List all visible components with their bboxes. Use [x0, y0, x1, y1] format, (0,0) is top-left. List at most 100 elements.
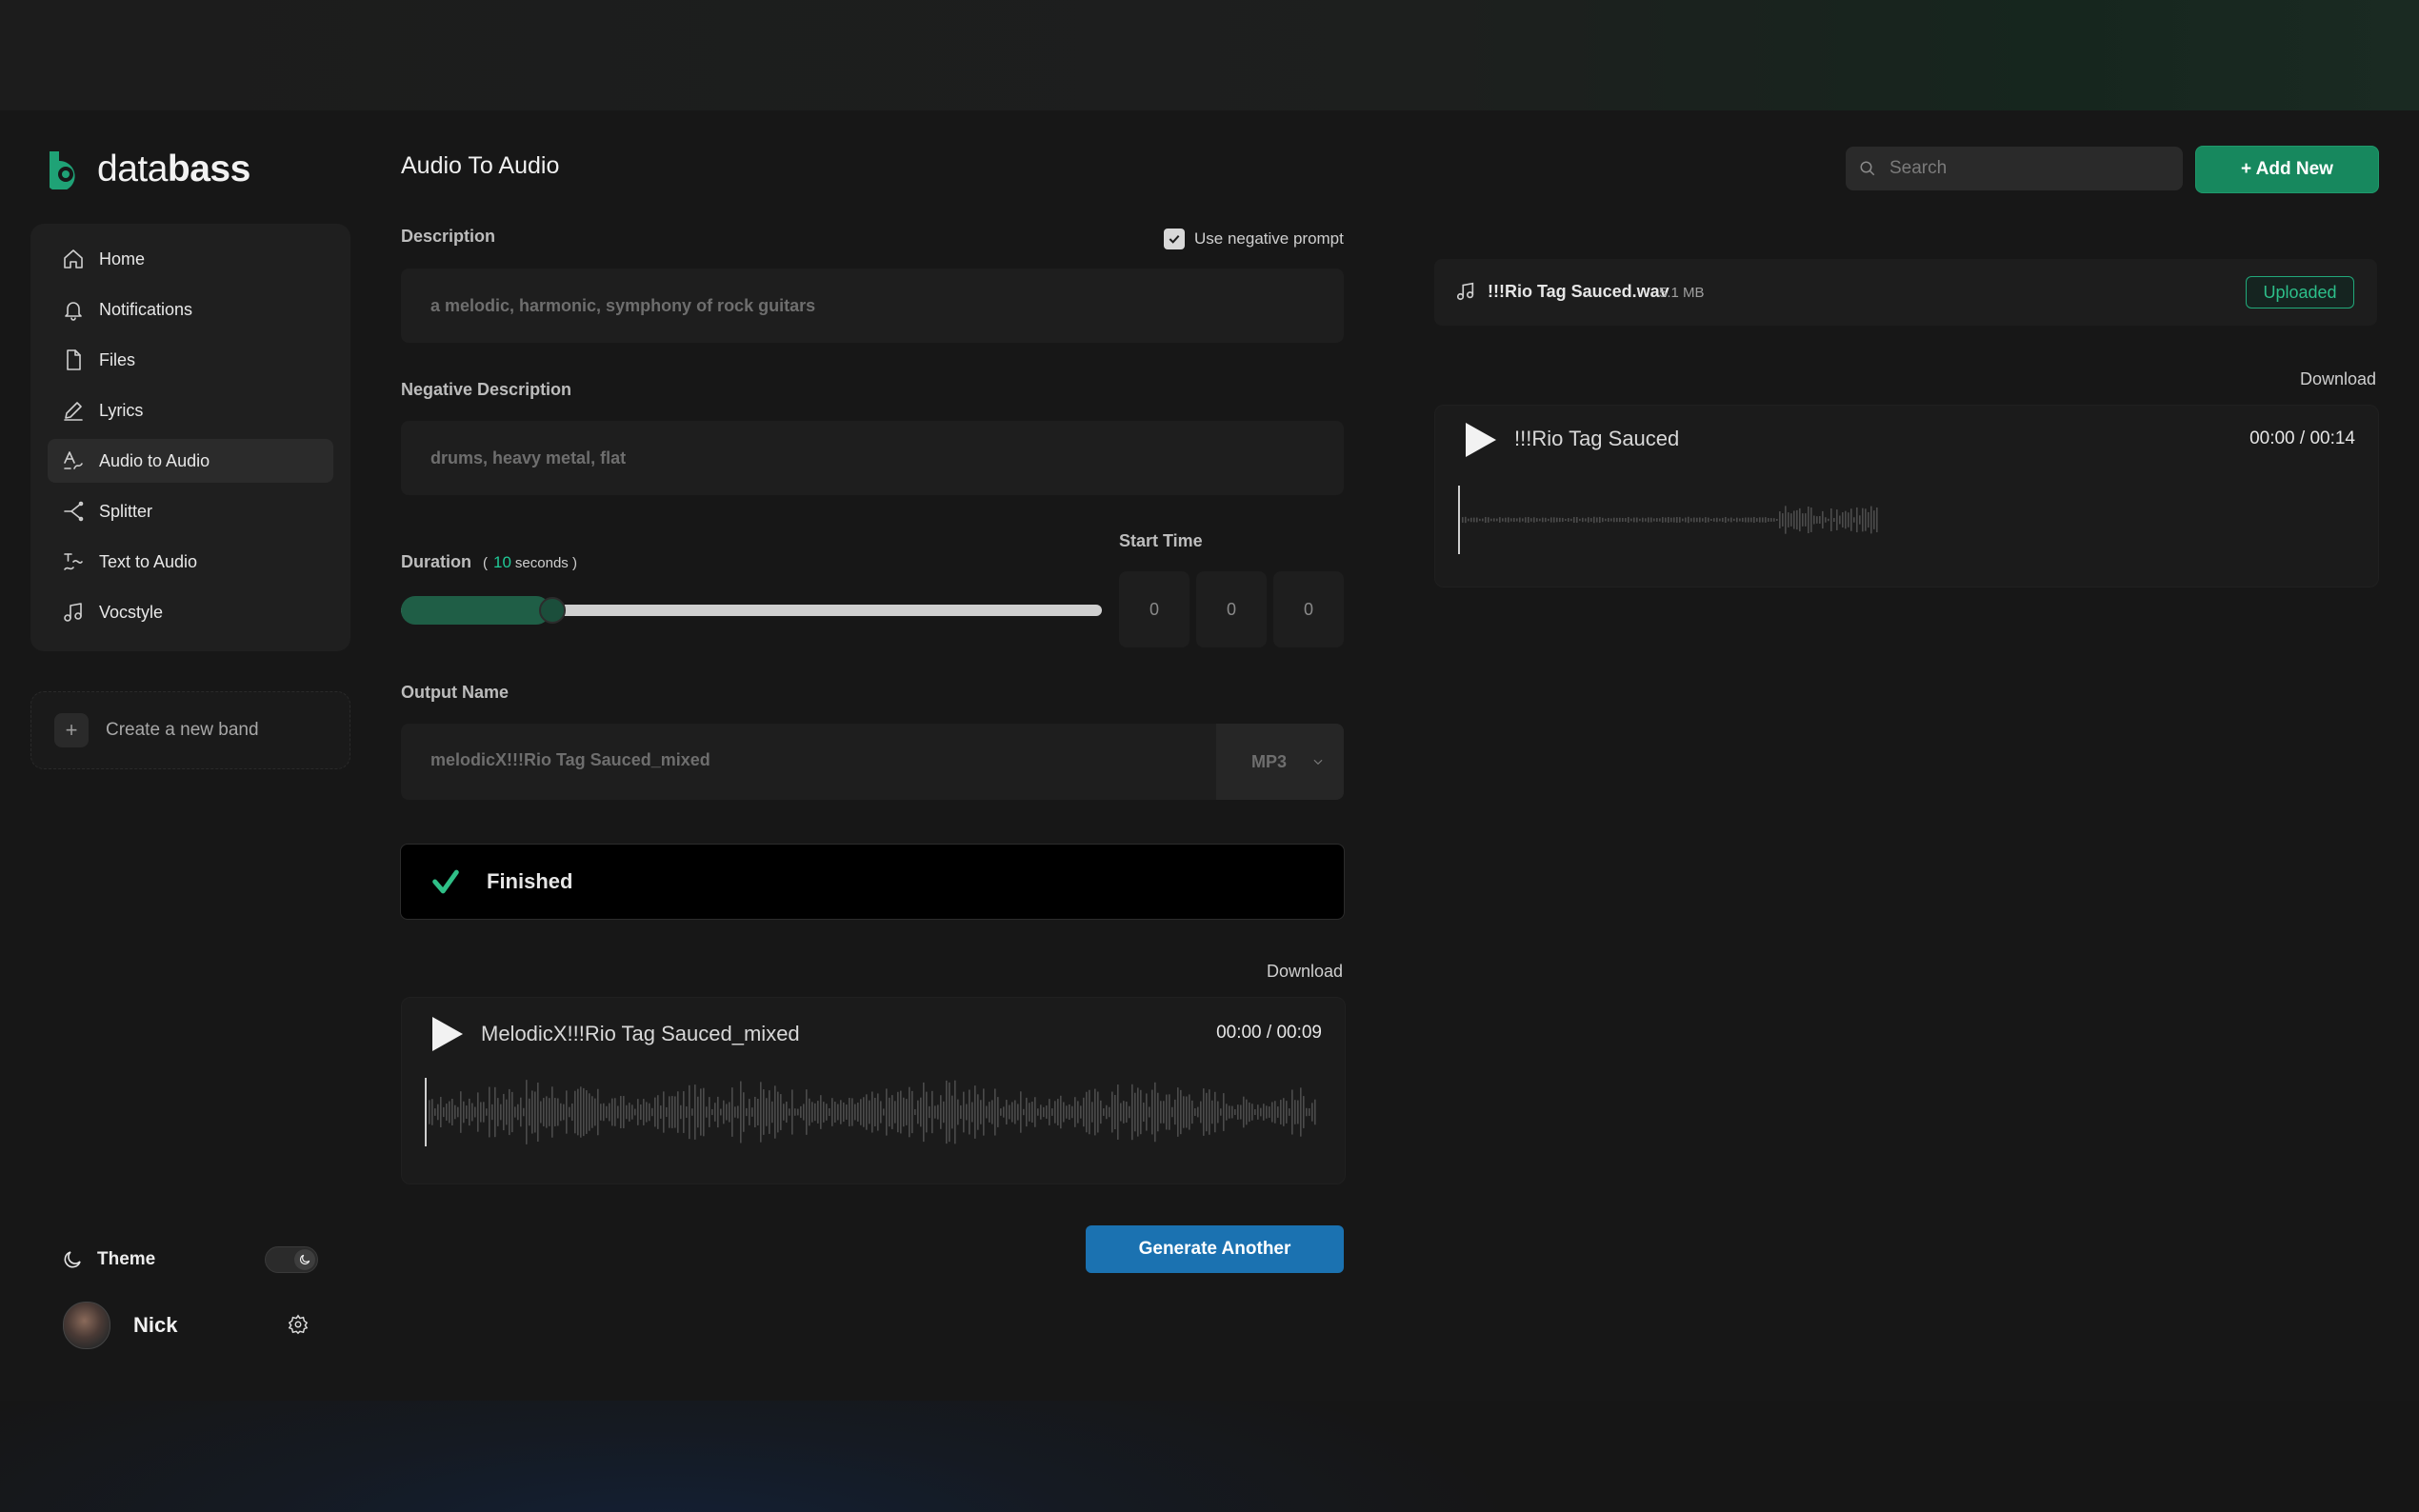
wave-bar [583, 1087, 585, 1137]
wave-bar [749, 1099, 750, 1125]
wave-bar [1859, 515, 1861, 525]
wave-bar [1839, 515, 1841, 525]
wave-bar [889, 1097, 890, 1127]
create-band-button[interactable]: + Create a new band [30, 691, 350, 769]
generate-another-button[interactable]: Generate Another [1086, 1225, 1344, 1273]
wave-bar [1303, 1096, 1305, 1128]
wave-bar [703, 1087, 705, 1137]
wave-bar [526, 1080, 528, 1144]
wave-bar [1069, 1104, 1070, 1121]
wave-bar [1765, 517, 1767, 523]
wave-bar [1189, 1094, 1190, 1130]
wave-bar [1579, 518, 1581, 522]
start-time-seconds[interactable]: 0 [1273, 571, 1344, 647]
avatar[interactable] [63, 1302, 110, 1349]
theme-toggle[interactable] [265, 1246, 318, 1273]
wave-bar [871, 1091, 873, 1133]
wave-bar [1223, 1093, 1225, 1131]
search-box[interactable] [1846, 147, 2183, 190]
wave-bar [1613, 517, 1615, 523]
download-link[interactable]: Download [1267, 962, 1343, 982]
wave-bar [1254, 1108, 1256, 1116]
wave-bar [1077, 1101, 1079, 1124]
wave-bar [986, 1105, 988, 1119]
wave-bar [509, 1088, 510, 1136]
wave-bar [1126, 1102, 1128, 1123]
wave-bar [1177, 1087, 1179, 1137]
wave-bar [1768, 518, 1769, 522]
wave-bar [1650, 517, 1652, 523]
wave-bar [1289, 1108, 1290, 1116]
wave-bar [857, 1103, 859, 1122]
wave-bar [1779, 511, 1781, 528]
wave-bar [563, 1104, 565, 1121]
settings-button[interactable] [288, 1314, 310, 1337]
wave-bar [1688, 516, 1689, 524]
gear-icon [288, 1314, 309, 1335]
waveform[interactable] [425, 1074, 1320, 1150]
wave-bar [1822, 510, 1824, 529]
wave-bar [1862, 507, 1864, 532]
wave-bar [737, 1105, 739, 1119]
sidebar-item-notifications[interactable]: Notifications [48, 288, 333, 331]
waveform[interactable] [1458, 482, 2353, 558]
wave-bar [1074, 1097, 1076, 1127]
output-name-field[interactable]: melodicX!!!Rio Tag Sauced_mixed MP3 [401, 724, 1344, 800]
wave-bar [1553, 517, 1555, 523]
wave-bar [817, 1101, 819, 1124]
wave-bar [797, 1108, 799, 1116]
wave-bar [534, 1091, 536, 1133]
wave-bar [720, 1108, 722, 1116]
sidebar-item-lyrics[interactable]: Lyrics [48, 388, 333, 432]
wave-bar [1263, 1104, 1265, 1121]
negative-description-field[interactable]: drums, heavy metal, flat [401, 421, 1344, 495]
wave-bar [831, 1098, 833, 1126]
sidebar-item-vocstyle[interactable]: Vocstyle [48, 590, 333, 634]
wave-bar [877, 1093, 879, 1131]
wave-bar [760, 1082, 762, 1143]
wave-bar [754, 1096, 756, 1128]
wave-bar [1114, 1094, 1116, 1130]
result-audio-player: MelodicX!!!Rio Tag Sauced_mixed 00:00 / … [401, 997, 1346, 1184]
play-button[interactable] [430, 1015, 465, 1053]
wave-bar [480, 1102, 482, 1123]
use-negative-prompt-checkbox[interactable]: Use negative prompt [1164, 229, 1344, 249]
wave-bar [1856, 507, 1858, 533]
wave-bar [1502, 518, 1504, 522]
source-download-link[interactable]: Download [2300, 369, 2376, 389]
wave-bar [677, 1091, 679, 1133]
start-time-hours[interactable]: 0 [1119, 571, 1190, 647]
wave-bar [1799, 507, 1801, 532]
sidebar-item-splitter[interactable]: Splitter [48, 489, 333, 533]
wave-bar [1725, 516, 1727, 524]
start-time-minutes[interactable]: 0 [1196, 571, 1267, 647]
description-field[interactable]: a melodic, harmonic, symphony of rock gu… [401, 269, 1344, 343]
player-title: !!!Rio Tag Sauced [1514, 427, 1680, 450]
wave-bar [546, 1096, 548, 1128]
wave-bar [603, 1103, 605, 1122]
add-new-button[interactable]: + Add New [2195, 146, 2379, 193]
player-title: MelodicX!!!Rio Tag Sauced_mixed [481, 1022, 800, 1045]
sidebar-item-audio-to-audio[interactable]: Audio to Audio [48, 439, 333, 483]
search-input[interactable] [1888, 157, 2177, 180]
wave-bar [551, 1086, 553, 1138]
sidebar-item-text-to-audio[interactable]: Text to Audio [48, 540, 333, 584]
wave-bar [800, 1105, 802, 1119]
sidebar-item-files[interactable]: Files [48, 338, 333, 382]
wave-bar [489, 1086, 490, 1138]
duration-slider[interactable] [401, 596, 1102, 625]
play-button[interactable] [1464, 421, 1498, 459]
slider-thumb[interactable] [539, 597, 566, 624]
wave-bar [1226, 1104, 1228, 1121]
wave-bar [1610, 518, 1612, 522]
use-negative-prompt-label: Use negative prompt [1194, 229, 1344, 248]
checkbox-checked[interactable] [1164, 229, 1185, 249]
sidebar-item-home[interactable]: Home [48, 237, 333, 281]
wave-bar [1736, 517, 1738, 523]
wave-bar [531, 1090, 533, 1134]
wave-bar [1853, 517, 1855, 523]
wave-bar [740, 1081, 742, 1144]
brand-logo[interactable]: databass [46, 149, 250, 190]
wave-bar [1622, 517, 1624, 523]
output-format-select[interactable]: MP3 [1216, 724, 1344, 800]
